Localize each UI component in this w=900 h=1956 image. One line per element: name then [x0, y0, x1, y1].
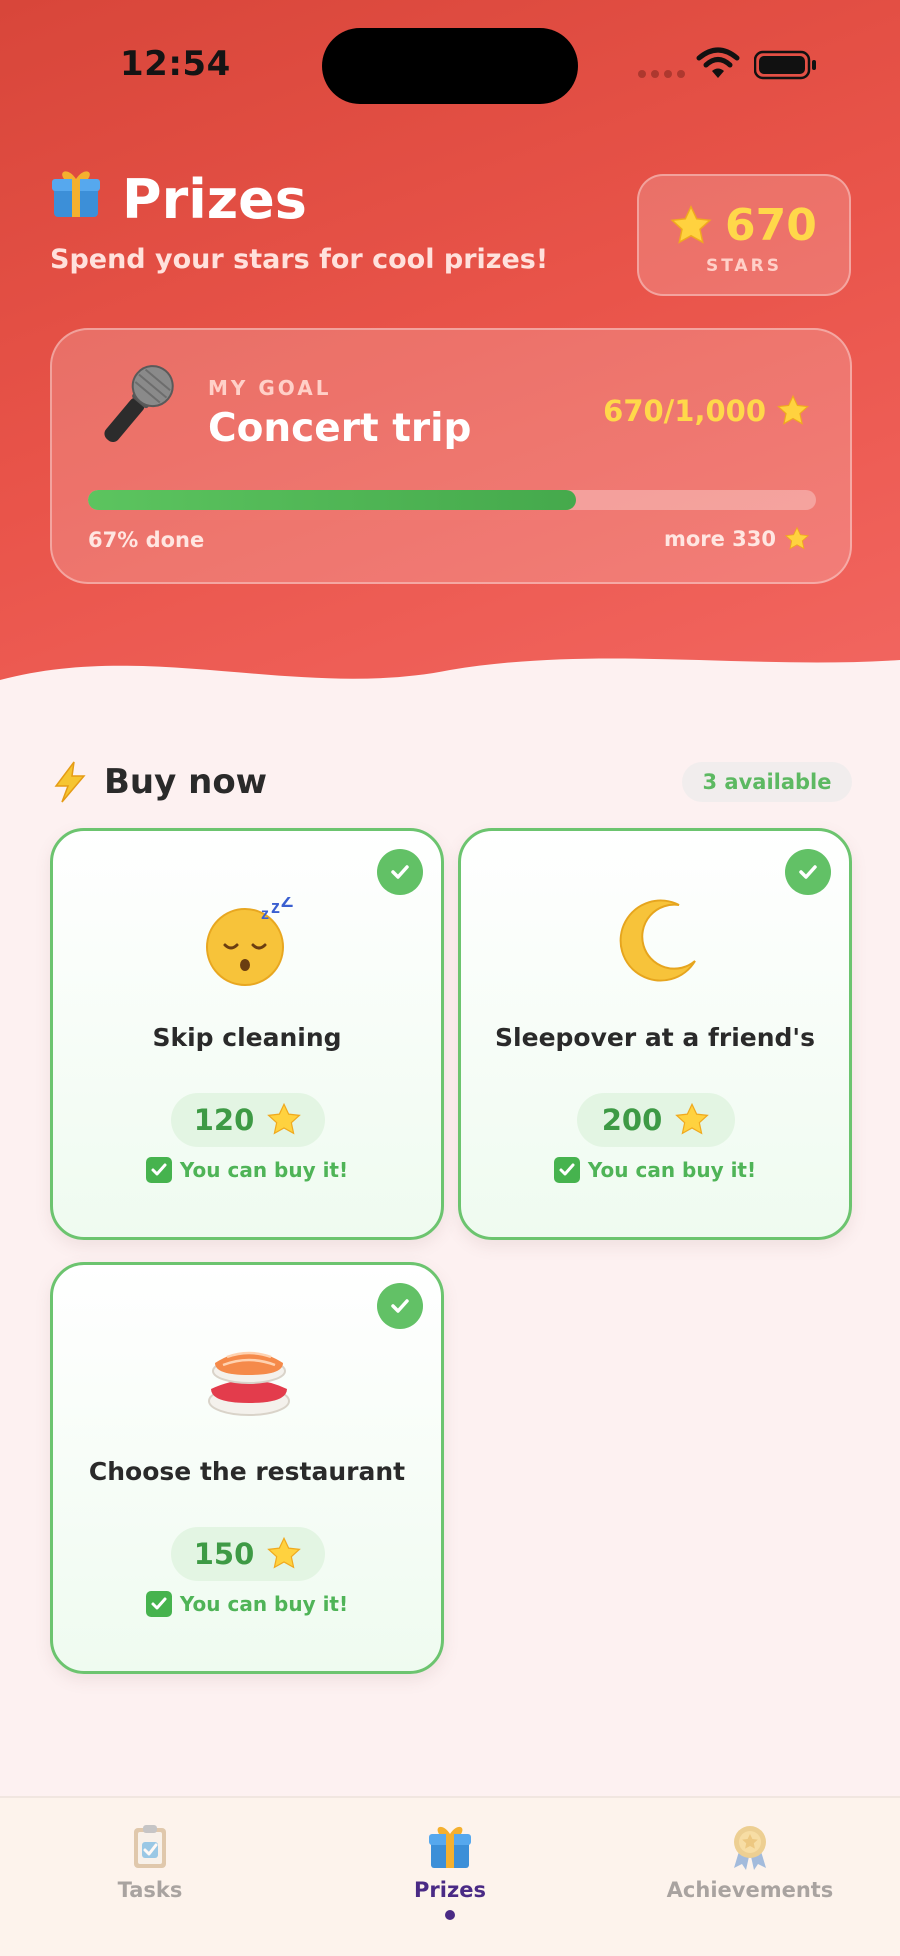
prize-card-sleepover[interactable]: Sleepover at a friend's 200 You can buy … — [458, 828, 852, 1240]
prize-card-restaurant[interactable]: Choose the restaurant 150 You can buy it… — [50, 1262, 444, 1674]
tab-prizes-label: Prizes — [414, 1878, 486, 1902]
checkmark-icon — [377, 1283, 423, 1329]
prize-title: Choose the restaurant — [88, 1457, 406, 1486]
buyable-text: You can buy it! — [587, 1158, 757, 1182]
section-header: Buy now — [50, 760, 267, 804]
checkmark-icon — [785, 849, 831, 895]
section-title: Buy now — [104, 762, 268, 802]
checkmark-icon — [377, 849, 423, 895]
price-value: 120 — [193, 1103, 255, 1137]
star-icon — [267, 1536, 302, 1569]
buyable-status: You can buy it! — [461, 1157, 849, 1183]
goal-label: MY GOAL — [208, 376, 332, 400]
tab-achievements-label: Achievements — [666, 1878, 834, 1902]
microphone-icon — [104, 365, 174, 442]
bottom-tab-bar: Tasks Prizes Achievements — [0, 1796, 900, 1956]
price-tag: 200 — [577, 1093, 735, 1147]
crescent-moon-icon — [619, 899, 696, 982]
star-icon — [267, 1102, 302, 1135]
buyable-text: You can buy it! — [179, 1158, 349, 1182]
gift-icon — [52, 170, 100, 217]
svg-text:z: z — [261, 906, 269, 923]
medal-icon — [734, 1826, 766, 1870]
price-value: 200 — [601, 1103, 663, 1137]
status-bar: 12:54 — [0, 0, 900, 130]
gift-icon — [429, 1826, 471, 1868]
active-tab-indicator — [445, 1910, 455, 1920]
buyable-text: You can buy it! — [179, 1592, 349, 1616]
price-tag: 120 — [171, 1093, 325, 1147]
header-wave — [0, 658, 900, 720]
sleeping-face-icon: z z Z — [206, 897, 293, 986]
lightning-icon — [54, 761, 86, 803]
goal-progress-value: 670/1,000 — [603, 394, 766, 428]
status-time: 12:54 — [120, 44, 231, 84]
svg-text:Z: Z — [281, 897, 293, 912]
goal-remaining-text: more 330 — [663, 527, 776, 551]
prize-title: Skip cleaning — [152, 1023, 342, 1052]
goal-progress-bar — [88, 490, 816, 510]
star-icon — [675, 1102, 710, 1135]
page-header: Prizes — [50, 168, 307, 231]
tab-tasks[interactable]: Tasks — [40, 1798, 260, 1956]
wifi-icon — [696, 47, 740, 78]
goal-progress-fill — [88, 490, 576, 510]
tab-prizes[interactable]: Prizes — [340, 1798, 560, 1956]
goal-done-text: 67% done — [88, 528, 205, 552]
check-box-icon — [553, 1157, 580, 1183]
stars-balance: 670 STARS — [637, 174, 851, 296]
clipboard-icon — [134, 1825, 166, 1868]
check-box-icon — [145, 1591, 172, 1617]
tab-tasks-label: Tasks — [117, 1878, 183, 1902]
star-icon — [777, 394, 809, 425]
stars-value: 670 — [725, 200, 817, 251]
dynamic-island — [322, 28, 578, 104]
goal-progress: 670/1,000 — [603, 394, 810, 428]
buyable-status: You can buy it! — [53, 1157, 441, 1183]
battery-icon — [754, 50, 816, 80]
tab-achievements[interactable]: Achievements — [640, 1798, 860, 1956]
stars-label: STARS — [705, 256, 782, 276]
price-value: 150 — [193, 1537, 255, 1571]
check-box-icon — [145, 1157, 172, 1183]
svg-text:z: z — [271, 897, 280, 917]
page-subtitle: Spend your stars for cool prizes! — [50, 244, 549, 275]
star-icon — [784, 526, 810, 550]
star-icon — [670, 204, 712, 244]
cellular-signal-icon — [638, 70, 685, 78]
prize-title: Sleepover at a friend's — [495, 1023, 815, 1052]
goal-card[interactable]: MY GOAL Concert trip 670/1,000 67% done … — [50, 328, 852, 584]
available-badge: 3 available — [682, 762, 852, 802]
goal-remaining: more 330 — [664, 526, 810, 552]
price-tag: 150 — [171, 1527, 325, 1581]
buyable-status: You can buy it! — [53, 1591, 441, 1617]
page-title: Prizes — [122, 168, 307, 231]
prize-card-skip-cleaning[interactable]: z z Z Skip cleaning 120 You can buy it! — [50, 828, 444, 1240]
sushi-icon — [208, 1351, 290, 1416]
goal-title: Concert trip — [208, 406, 472, 451]
